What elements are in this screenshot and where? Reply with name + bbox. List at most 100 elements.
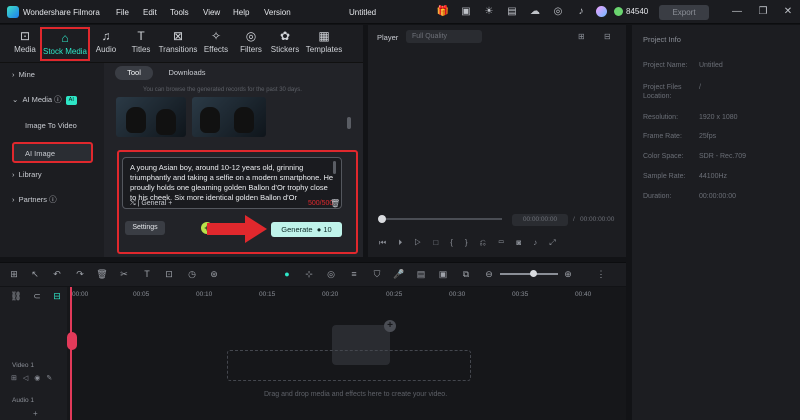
- maximize-icon[interactable]: ❐: [756, 5, 770, 19]
- close-icon[interactable]: ✕: [781, 5, 795, 19]
- playhead-handle[interactable]: [67, 332, 77, 350]
- sidebar-item-mine[interactable]: › Mine: [4, 65, 96, 85]
- gift-icon[interactable]: 🎁: [436, 5, 450, 19]
- content-scrollbar[interactable]: [347, 117, 351, 129]
- split-icon[interactable]: ⎌: [480, 238, 498, 247]
- track-toggle-icon[interactable]: ⊟: [50, 290, 64, 302]
- grid-view-icon[interactable]: ⊞: [578, 32, 585, 41]
- play-store-icon[interactable]: ▣: [459, 5, 473, 19]
- project-title: Untitled: [349, 8, 377, 17]
- quality-select[interactable]: Full Quality: [406, 30, 482, 43]
- sidebar-item-ai-media[interactable]: ⌄ AI Media ⓘ AI: [4, 90, 96, 110]
- microphone-icon[interactable]: 🎤: [392, 268, 406, 280]
- zoom-out-icon[interactable]: ⊖: [482, 268, 496, 280]
- speed-icon[interactable]: ◷: [185, 268, 199, 280]
- stop-icon[interactable]: □: [433, 238, 450, 247]
- render-icon[interactable]: ≡: [347, 268, 361, 280]
- export-button[interactable]: Export: [659, 5, 709, 20]
- eye-icon[interactable]: ◉: [34, 375, 46, 382]
- playhead[interactable]: [70, 287, 72, 420]
- tab-filters[interactable]: ◎ Filters: [238, 27, 264, 61]
- layout-icon[interactable]: ⊞: [7, 268, 21, 280]
- menu-version[interactable]: Version: [264, 8, 291, 17]
- tab-titles[interactable]: T Titles: [127, 27, 155, 61]
- sidebar-item-image-to-video[interactable]: Image To Video: [4, 116, 96, 136]
- inbox-icon[interactable]: ▤: [505, 5, 519, 19]
- camera-icon[interactable]: ◙: [516, 238, 533, 247]
- drop-zone[interactable]: [227, 350, 471, 381]
- minimize-icon[interactable]: —: [730, 5, 744, 19]
- text-icon[interactable]: T: [140, 268, 154, 280]
- generated-image-2[interactable]: [192, 97, 266, 137]
- step-icon[interactable]: ⏵: [398, 238, 414, 247]
- tab-stickers[interactable]: ✿ Stickers: [270, 27, 300, 61]
- prompt-scrollbar[interactable]: [333, 161, 336, 174]
- volume-icon[interactable]: ♪: [533, 238, 549, 247]
- ai-tools-icon[interactable]: ●: [280, 268, 294, 280]
- mark-in-icon[interactable]: {: [450, 238, 465, 247]
- snap-icon[interactable]: ⊹: [302, 268, 316, 280]
- prev-frame-icon[interactable]: ⏮: [379, 238, 398, 247]
- menu-edit[interactable]: Edit: [143, 8, 157, 17]
- wand-icon[interactable]: ✎: [46, 375, 58, 382]
- tab-stock-media[interactable]: ⌂ Stock Media: [40, 27, 90, 61]
- link-icon[interactable]: ⛓: [9, 290, 23, 302]
- fullscreen-icon[interactable]: ⤢: [549, 238, 567, 247]
- menu-help[interactable]: Help: [233, 8, 249, 17]
- lock-icon[interactable]: ⊞: [11, 375, 23, 382]
- add-track-icon[interactable]: +: [33, 409, 38, 418]
- player-scrub-handle[interactable]: [378, 215, 386, 223]
- tab-effects[interactable]: ✧ Effects: [202, 27, 230, 61]
- snapshot-icon[interactable]: ⊟: [604, 32, 611, 41]
- sidebar-item-library[interactable]: › Library: [4, 165, 96, 185]
- zoom-slider[interactable]: [500, 273, 558, 275]
- menu-dots-icon[interactable]: ⋮: [594, 268, 608, 280]
- speaker-icon[interactable]: ◁: [23, 375, 34, 382]
- ai-badge: AI: [65, 95, 77, 105]
- shield-icon[interactable]: ⛉: [370, 268, 384, 280]
- sidebar-item-ai-image[interactable]: AI Image: [12, 142, 93, 163]
- select-icon[interactable]: ↖: [28, 268, 42, 280]
- delete-icon[interactable]: 🗑: [95, 268, 109, 280]
- scissors-icon[interactable]: ✂: [117, 268, 131, 280]
- image-icon[interactable]: ▣: [436, 268, 450, 280]
- tab-audio[interactable]: ♫ Audio: [93, 27, 119, 61]
- tab-media[interactable]: ⊡ Media: [9, 27, 41, 61]
- menu-file[interactable]: File: [116, 8, 129, 17]
- pip-icon[interactable]: ⧉: [459, 268, 473, 280]
- color-icon[interactable]: ⊛: [207, 268, 221, 280]
- tab-downloads[interactable]: Downloads: [161, 66, 213, 80]
- generated-image-1[interactable]: [116, 97, 186, 137]
- voiceover-icon[interactable]: ▤: [414, 268, 428, 280]
- bell-icon[interactable]: ♪: [574, 5, 588, 19]
- undo-icon[interactable]: ↶: [50, 268, 64, 280]
- redo-icon[interactable]: ↷: [73, 268, 87, 280]
- avatar[interactable]: [596, 6, 607, 17]
- keyframe-icon[interactable]: ◎: [324, 268, 338, 280]
- headset-icon[interactable]: ◎: [551, 5, 565, 19]
- tab-transitions[interactable]: ⊠ Transitions: [158, 27, 198, 61]
- cloud-upload-icon[interactable]: ☁: [528, 5, 542, 19]
- zoom-slider-handle[interactable]: [530, 270, 537, 277]
- settings-button[interactable]: Settings: [125, 221, 165, 235]
- mark-out-icon[interactable]: }: [465, 238, 480, 247]
- menu-tools[interactable]: Tools: [170, 8, 189, 17]
- style-select[interactable]: ⤭ | General +: [130, 200, 172, 208]
- pi-value: 44100Hz: [699, 173, 728, 180]
- zoom-in-icon[interactable]: ⊕: [561, 268, 575, 280]
- tab-tool[interactable]: Tool: [115, 66, 153, 80]
- time-current: 00:00:00:00: [512, 214, 568, 226]
- play-icon[interactable]: ▷: [414, 238, 433, 247]
- tab-templates[interactable]: ▦ Templates: [304, 27, 344, 61]
- sidebar-item-partners[interactable]: › Partners ⓘ: [4, 190, 96, 210]
- lightbulb-icon[interactable]: ☀: [482, 5, 496, 19]
- magnet-icon[interactable]: ⊂: [30, 290, 44, 302]
- player-progress[interactable]: [382, 218, 502, 220]
- display-icon[interactable]: ▭: [498, 238, 516, 247]
- generate-button[interactable]: Generate ● 10: [271, 222, 342, 237]
- crop-icon[interactable]: ⊡: [162, 268, 176, 280]
- add-media-icon[interactable]: +: [384, 320, 396, 332]
- menu-view[interactable]: View: [203, 8, 220, 17]
- trash-icon[interactable]: 🗑: [330, 199, 340, 208]
- player-controls: ⏮⏵▷□{}⎌▭◙♪⤢: [379, 238, 568, 248]
